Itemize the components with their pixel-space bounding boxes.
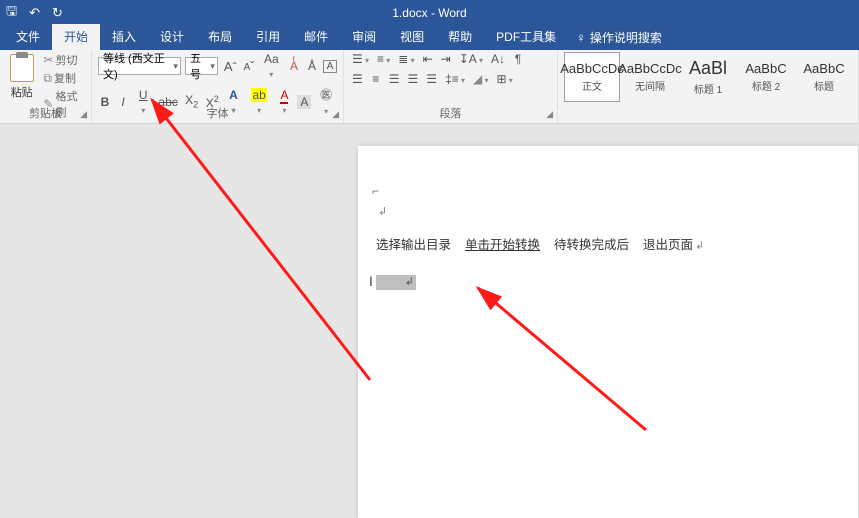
corner-mark-icon: ⌐ — [372, 184, 379, 198]
window-title: 1.docx - Word — [392, 6, 466, 20]
tab-home[interactable]: 开始 — [52, 24, 100, 50]
phonetic-guide-button[interactable]: Å — [305, 59, 319, 73]
text-direction-button[interactable]: ↧A — [457, 52, 485, 66]
tab-review[interactable]: 审阅 — [340, 24, 388, 50]
style-card[interactable]: AaBbCcDc无间隔 — [622, 52, 678, 102]
tell-me-label: 操作说明搜索 — [590, 29, 662, 46]
justify-button[interactable]: ☰ — [406, 72, 421, 86]
text-segment: 待转换完成后 — [554, 234, 629, 253]
text-segment: 退出页面↲ — [643, 234, 704, 253]
group-label-clipboard: 剪贴板 — [0, 105, 91, 121]
group-font: 等线 (西文正文) 五号 Aˆ Aˇ Aa Aͬ Å A B I U abc X… — [92, 50, 344, 123]
text-selection[interactable]: I ↲ — [376, 275, 416, 290]
borders-button[interactable]: ⊞ — [494, 72, 514, 86]
line-spacing-button[interactable]: ‡≡ — [443, 72, 467, 86]
clipboard-icon — [10, 54, 34, 82]
clear-formatting-button[interactable]: Aͬ — [287, 59, 301, 73]
shading-button[interactable]: ◢ — [471, 72, 490, 86]
document-area: ⌐ ↲ 选择输出目录 单击开始转换 待转换完成后 退出页面↲ I ↲ — [0, 124, 859, 518]
show-marks-button[interactable]: ¶ — [511, 52, 525, 66]
style-card[interactable]: AaBbCcDc正文 — [564, 52, 620, 102]
decrease-indent-button[interactable]: ⇤ — [421, 52, 435, 66]
style-name: 标题 — [814, 78, 834, 93]
tab-references[interactable]: 引用 — [244, 24, 292, 50]
style-preview: AaBl — [689, 58, 727, 79]
distribute-button[interactable]: ☰ — [424, 72, 439, 86]
align-left-button[interactable]: ☰ — [350, 72, 365, 86]
group-label-paragraph: 段落 — [344, 105, 557, 121]
char-border-button[interactable]: A — [323, 60, 337, 73]
redo-icon[interactable]: ↻ — [52, 5, 63, 21]
style-name: 正文 — [582, 78, 602, 93]
text-segment: 选择输出目录 — [376, 234, 451, 253]
cut-button[interactable]: ✂剪切 — [43, 52, 85, 68]
change-case-button[interactable]: Aa — [260, 52, 283, 80]
title-bar: 🖫 ↶ ↻ 1.docx - Word — [0, 0, 859, 26]
tab-view[interactable]: 视图 — [388, 24, 436, 50]
tab-help[interactable]: 帮助 — [436, 24, 484, 50]
paste-button[interactable]: 粘贴 — [6, 52, 37, 110]
style-name: 标题 2 — [752, 78, 780, 93]
sort-button[interactable]: A↓ — [489, 52, 507, 66]
group-label-font: 字体 — [92, 105, 343, 121]
quick-access-toolbar: 🖫 ↶ ↻ — [6, 2, 63, 24]
style-name: 无间隔 — [635, 78, 665, 93]
tell-me-search[interactable]: ♀ 操作说明搜索 — [568, 29, 670, 50]
copy-button[interactable]: ⧉复制 — [43, 70, 85, 86]
style-name: 标题 1 — [694, 81, 722, 96]
tab-file[interactable]: 文件 — [4, 24, 52, 50]
page-content: ↲ 选择输出目录 单击开始转换 待转换完成后 退出页面↲ I ↲ — [358, 146, 858, 295]
clipboard-dialog-launcher[interactable]: ◢ — [80, 109, 87, 120]
paragraph-mark-icon: ↲ — [405, 275, 414, 288]
font-name-combo[interactable]: 等线 (西文正文) — [98, 57, 181, 75]
style-preview: AaBbC — [745, 61, 786, 76]
grow-font-button[interactable]: Aˆ — [222, 59, 238, 74]
multilevel-button[interactable]: ≣ — [396, 52, 416, 66]
align-right-button[interactable]: ☰ — [387, 72, 402, 86]
font-dialog-launcher[interactable]: ◢ — [332, 109, 339, 120]
paragraph-dialog-launcher[interactable]: ◢ — [546, 109, 553, 120]
align-center-button[interactable]: ≡ — [369, 72, 383, 86]
style-card[interactable]: AaBbC 标题 — [796, 52, 852, 102]
ribbon-tabs: 文件 开始 插入 设计 布局 引用 邮件 审阅 视图 帮助 PDF工具集 ♀ 操… — [0, 26, 859, 50]
tab-design[interactable]: 设计 — [148, 24, 196, 50]
text-line[interactable]: 选择输出目录 单击开始转换 待转换完成后 退出页面↲ — [376, 234, 834, 253]
tab-insert[interactable]: 插入 — [100, 24, 148, 50]
text-cursor-icon: I — [369, 273, 373, 289]
tab-layout[interactable]: 布局 — [196, 24, 244, 50]
style-preview: AaBbCcDc — [560, 61, 624, 76]
style-preview: AaBbCcDc — [618, 61, 682, 76]
lightbulb-icon: ♀ — [576, 30, 586, 45]
style-preview: AaBbC — [803, 61, 844, 76]
text-segment-underlined: 单击开始转换 — [465, 234, 540, 253]
increase-indent-button[interactable]: ⇥ — [439, 52, 453, 66]
group-paragraph: ☰ ≡ ≣ ⇤ ⇥ ↧A A↓ ¶ ☰ ≡ ☰ ☰ ☰ ‡≡ ◢ ⊞ 段落 ◢ — [344, 50, 558, 123]
copy-icon: ⧉ — [43, 71, 52, 86]
scissors-icon: ✂ — [43, 53, 53, 67]
paste-label: 粘贴 — [11, 84, 33, 100]
group-styles: AaBbCcDc正文AaBbCcDc无间隔AaBl标题 1AaBbC标题 2Aa… — [558, 50, 859, 123]
undo-icon[interactable]: ↶ — [29, 5, 40, 21]
tab-pdf[interactable]: PDF工具集 — [484, 24, 568, 50]
shrink-font-button[interactable]: Aˇ — [242, 59, 256, 73]
group-clipboard: 粘贴 ✂剪切 ⧉复制 ✎格式刷 剪贴板 ◢ — [0, 50, 92, 123]
numbering-button[interactable]: ≡ — [375, 52, 392, 66]
page[interactable]: ⌐ ↲ 选择输出目录 单击开始转换 待转换完成后 退出页面↲ I ↲ — [358, 146, 858, 518]
ribbon: 粘贴 ✂剪切 ⧉复制 ✎格式刷 剪贴板 ◢ 等线 (西文正文) 五号 Aˆ Aˇ… — [0, 50, 859, 124]
tab-mail[interactable]: 邮件 — [292, 24, 340, 50]
bullets-button[interactable]: ☰ — [350, 52, 371, 66]
save-icon[interactable]: 🖫 — [6, 2, 17, 24]
style-card[interactable]: AaBbC 标题 2 — [738, 52, 794, 102]
style-card[interactable]: AaBl 标题 1 — [680, 52, 736, 102]
font-size-combo[interactable]: 五号 — [185, 57, 218, 75]
paragraph-mark-icon: ↲ — [378, 206, 387, 218]
